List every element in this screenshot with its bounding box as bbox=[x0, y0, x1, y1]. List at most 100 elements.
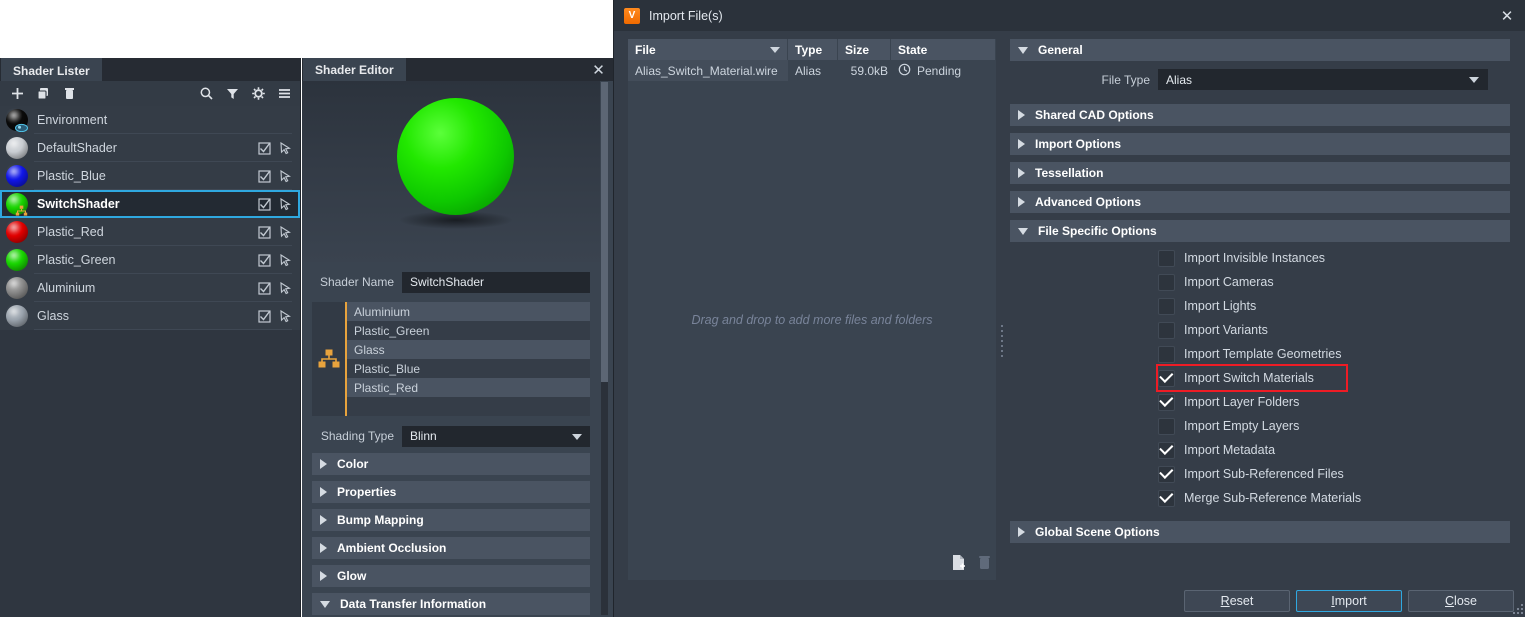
checkbox-row[interactable]: Import Metadata bbox=[1158, 438, 1510, 462]
shader-section-header[interactable]: Bump Mapping bbox=[312, 509, 590, 531]
visibility-toggle-icon[interactable] bbox=[258, 197, 271, 211]
visibility-toggle-icon[interactable] bbox=[258, 281, 271, 295]
checkbox-row[interactable]: Merge Sub-Reference Materials bbox=[1158, 486, 1510, 510]
checkbox-row[interactable]: Import Empty Layers bbox=[1158, 414, 1510, 438]
checkbox[interactable] bbox=[1158, 345, 1175, 363]
file-type-select[interactable]: Alias bbox=[1158, 69, 1488, 90]
tab-shader-editor[interactable]: Shader Editor bbox=[303, 58, 406, 81]
checkbox[interactable] bbox=[1158, 417, 1175, 435]
option-section-label: Tessellation bbox=[1035, 166, 1104, 180]
sub-shader-item[interactable]: Plastic_Green bbox=[347, 321, 590, 340]
section-general-body: File Type Alias bbox=[1010, 61, 1510, 97]
option-section-header[interactable]: Import Options bbox=[1010, 133, 1510, 155]
option-section-header[interactable]: Shared CAD Options bbox=[1010, 104, 1510, 126]
sub-shader-item[interactable]: Aluminium bbox=[347, 302, 590, 321]
pick-toggle-icon[interactable] bbox=[279, 309, 292, 323]
shader-section-header[interactable]: Data Transfer Information bbox=[312, 593, 590, 615]
tab-shader-lister[interactable]: Shader Lister bbox=[1, 58, 102, 81]
list-item[interactable]: Plastic_Green bbox=[0, 246, 300, 274]
column-header-size[interactable]: Size bbox=[838, 39, 891, 60]
shader-section: Bump Mapping bbox=[312, 509, 590, 531]
visibility-toggle-icon[interactable] bbox=[258, 225, 271, 239]
checkbox[interactable] bbox=[1158, 489, 1175, 507]
add-file-icon[interactable] bbox=[951, 554, 967, 576]
shader-editor-scrollbar[interactable] bbox=[601, 82, 608, 615]
checkbox[interactable] bbox=[1158, 297, 1175, 315]
list-item[interactable]: SwitchShader bbox=[0, 190, 300, 218]
shader-section-header[interactable]: Glow bbox=[312, 565, 590, 587]
close-icon[interactable]: ✕ bbox=[590, 61, 607, 79]
shader-section-header[interactable]: Ambient Occlusion bbox=[312, 537, 590, 559]
chevron-down-icon bbox=[1469, 77, 1479, 83]
checkbox-row[interactable]: Import Variants bbox=[1158, 318, 1510, 342]
option-section-header[interactable]: Tessellation bbox=[1010, 162, 1510, 184]
checkbox-row[interactable]: Import Invisible Instances bbox=[1158, 246, 1510, 270]
file-drop-zone[interactable]: Drag and drop to add more files and fold… bbox=[628, 60, 996, 580]
section-file-specific-header[interactable]: File Specific Options bbox=[1010, 220, 1510, 242]
shader-section: Color bbox=[312, 453, 590, 475]
shader-name-input[interactable]: SwitchShader bbox=[402, 271, 590, 293]
checkbox[interactable] bbox=[1158, 441, 1175, 459]
shader-editor-tabbar: Shader Editor ✕ bbox=[302, 58, 613, 81]
checkbox[interactable] bbox=[1158, 393, 1175, 411]
checkbox[interactable] bbox=[1158, 465, 1175, 483]
sub-shader-item[interactable] bbox=[347, 397, 590, 416]
sub-shader-item[interactable]: Plastic_Red bbox=[347, 378, 590, 397]
column-header-file[interactable]: File bbox=[628, 39, 788, 60]
close-button[interactable]: Close bbox=[1408, 590, 1514, 612]
pane-splitter[interactable] bbox=[999, 321, 1005, 361]
section-general-header[interactable]: General bbox=[1010, 39, 1510, 61]
checkbox-row[interactable]: Import Template Geometries bbox=[1158, 342, 1510, 366]
visibility-toggle-icon[interactable] bbox=[258, 169, 271, 183]
list-item[interactable]: DefaultShader bbox=[0, 134, 300, 162]
list-item[interactable]: Plastic_Blue bbox=[0, 162, 300, 190]
resize-grip[interactable] bbox=[1511, 602, 1523, 614]
visibility-toggle-icon[interactable] bbox=[258, 141, 271, 155]
plus-icon[interactable] bbox=[10, 86, 25, 101]
list-item-label: Aluminium bbox=[37, 281, 96, 295]
option-section-header[interactable]: Advanced Options bbox=[1010, 191, 1510, 213]
close-icon[interactable]: ✕ bbox=[1497, 6, 1517, 26]
list-item[interactable]: Plastic_Red bbox=[0, 218, 300, 246]
visibility-toggle-icon[interactable] bbox=[258, 309, 271, 323]
menu-icon[interactable] bbox=[277, 86, 292, 101]
pick-toggle-icon[interactable] bbox=[279, 225, 292, 239]
pick-toggle-icon[interactable] bbox=[279, 253, 292, 267]
list-item[interactable]: Glass bbox=[0, 302, 300, 330]
filter-icon[interactable] bbox=[225, 86, 240, 101]
import-button[interactable]: Import bbox=[1296, 590, 1402, 612]
search-icon[interactable] bbox=[199, 86, 214, 101]
list-item[interactable]: Environment bbox=[0, 106, 300, 134]
import-options-pane: General File Type Alias Shared CAD Optio… bbox=[1010, 39, 1510, 580]
checkbox[interactable] bbox=[1158, 249, 1175, 267]
delete-file-icon[interactable] bbox=[977, 554, 992, 576]
gear-icon[interactable] bbox=[251, 86, 266, 101]
pick-toggle-icon[interactable] bbox=[279, 169, 292, 183]
shader-section-header[interactable]: Properties bbox=[312, 481, 590, 503]
sub-shader-item[interactable]: Glass bbox=[347, 340, 590, 359]
list-item[interactable]: Aluminium bbox=[0, 274, 300, 302]
reset-button[interactable]: Reset bbox=[1184, 590, 1290, 612]
checkbox-row[interactable]: Import Cameras bbox=[1158, 270, 1510, 294]
duplicate-icon[interactable] bbox=[36, 86, 51, 101]
checkbox-row[interactable]: Import Sub-Referenced Files bbox=[1158, 462, 1510, 486]
sub-shader-item[interactable]: Plastic_Blue bbox=[347, 359, 590, 378]
visibility-toggle-icon[interactable] bbox=[258, 253, 271, 267]
scrollbar-thumb[interactable] bbox=[601, 82, 608, 382]
dialog-footer: Reset Import Close bbox=[614, 586, 1525, 617]
checkbox[interactable] bbox=[1158, 321, 1175, 339]
pick-toggle-icon[interactable] bbox=[279, 141, 292, 155]
shader-section-header[interactable]: Color bbox=[312, 453, 590, 475]
section-global-scene-header[interactable]: Global Scene Options bbox=[1010, 521, 1510, 543]
shading-type-select[interactable]: Blinn bbox=[402, 425, 590, 447]
trash-icon[interactable] bbox=[62, 86, 77, 101]
column-header-state[interactable]: State bbox=[891, 39, 996, 60]
pick-toggle-icon[interactable] bbox=[279, 281, 292, 295]
checkbox-row[interactable]: Import Switch Materials bbox=[1156, 364, 1348, 392]
pick-toggle-icon[interactable] bbox=[279, 197, 292, 211]
checkbox-row[interactable]: Import Layer Folders bbox=[1158, 390, 1510, 414]
checkbox[interactable] bbox=[1158, 369, 1175, 387]
checkbox[interactable] bbox=[1158, 273, 1175, 291]
column-header-type[interactable]: Type bbox=[788, 39, 838, 60]
checkbox-row[interactable]: Import Lights bbox=[1158, 294, 1510, 318]
